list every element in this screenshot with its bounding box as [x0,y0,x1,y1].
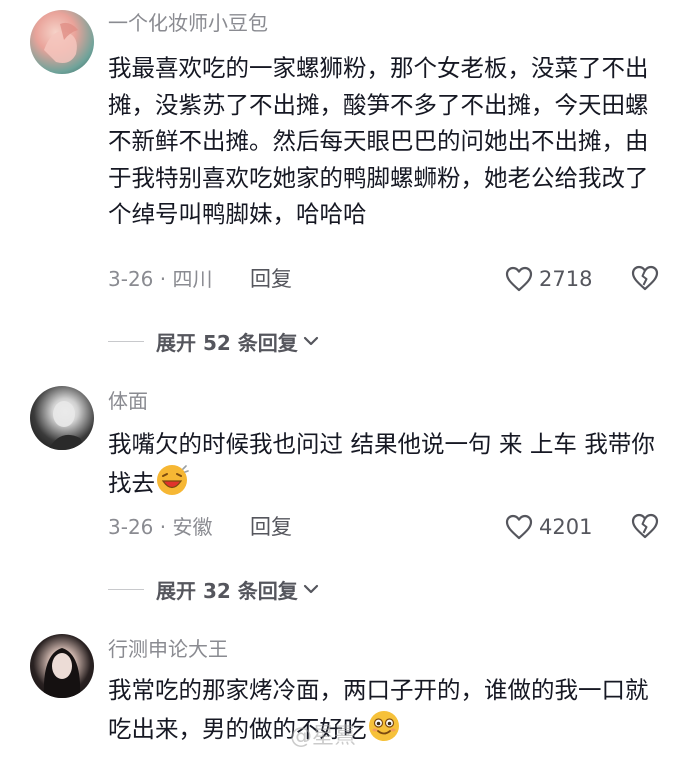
username[interactable]: 体面 [108,388,148,414]
avatar[interactable] [30,634,94,698]
expand-replies-label: 展开 32 条回复 [156,578,298,603]
heart-icon [505,266,533,292]
comment-text: 我嘴欠的时候我也问过 结果他说一句 来 上车 我带你找去 [108,426,668,501]
like-button[interactable]: 4201 [505,512,592,542]
username[interactable]: 一个化妆师小豆包 [108,10,268,36]
username[interactable]: 行测申论大王 [108,636,228,662]
expand-replies-button[interactable]: 展开 52 条回复 [108,327,320,355]
avatar[interactable] [30,10,94,74]
comment-text-content: 我嘴欠的时候我也问过 结果他说一句 来 上车 我带你找去 [108,430,655,497]
laughing-emoji-icon [157,464,189,495]
like-count: 4201 [539,515,593,539]
broken-heart-icon [631,513,659,539]
comment-text: 我常吃的那家烤冷面，两口子开的，谁做的我一口就吃出来，男的做的不好吃 [108,672,668,747]
smiling-emoji-icon [368,710,399,741]
watermark: @星熹 [290,724,357,749]
comment-text: 我最喜欢吃的一家螺狮粉，那个女老板，没菜了不出摊，没紫苏了不出摊，酸笋不多了不出… [108,54,649,229]
reply-button[interactable]: 回复 [250,514,292,540]
like-count: 2718 [539,267,593,291]
broken-heart-icon [631,265,659,291]
expand-replies-button[interactable]: 展开 32 条回复 [108,575,320,603]
dislike-button[interactable] [630,512,660,542]
chevron-down-icon [303,336,318,346]
divider [108,340,144,342]
avatar[interactable] [30,386,94,450]
chevron-down-icon [303,584,318,594]
dislike-button[interactable] [630,264,660,294]
like-button[interactable]: 2718 [505,264,592,294]
heart-icon [505,514,533,540]
comment-meta: 3-26 · 安徽 [108,515,213,539]
expand-replies-label: 展开 52 条回复 [156,330,298,355]
reply-button[interactable]: 回复 [250,266,292,292]
comment-meta: 3-26 · 四川 [108,267,213,291]
divider [108,588,144,590]
